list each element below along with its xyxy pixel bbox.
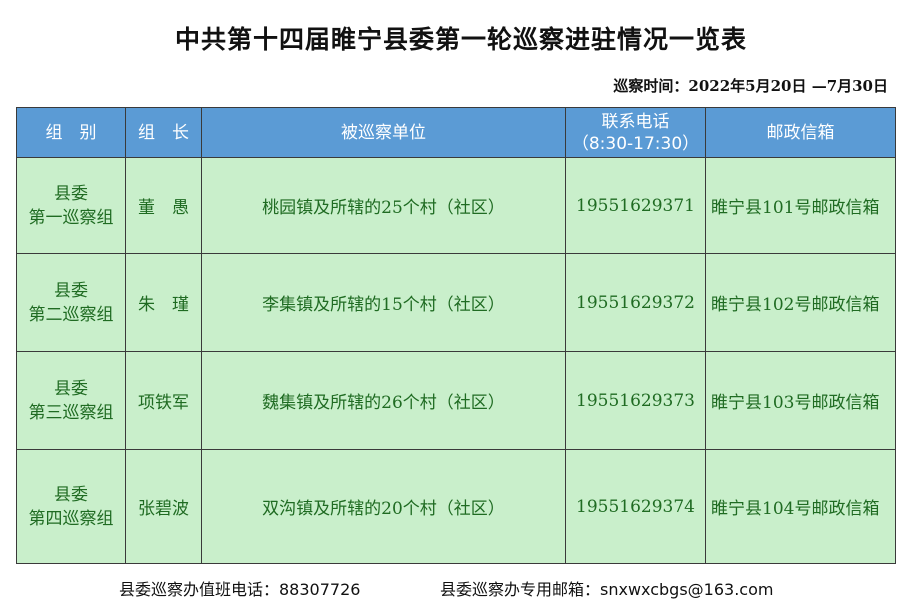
- table-row: 县委 第四巡察组 张碧波 双沟镇及所辖的20个村（社区） 19551629374…: [16, 449, 896, 564]
- group-line2: 第二巡察组: [28, 304, 114, 325]
- col-header-leader: 组 长: [125, 107, 202, 158]
- table-header-row: 组 别 组 长 被巡察单位 联系电话 （8:30-17:30） 邮政信箱: [16, 107, 896, 158]
- email-text: 县委巡察办专用邮箱：snxwxcbgs@163.com: [440, 580, 774, 599]
- mailbox-cell: 睢宁县102号邮政信箱: [705, 253, 896, 352]
- col-header-group: 组 别: [16, 107, 126, 158]
- group-line1: 县委: [54, 484, 88, 505]
- group-line2: 第三巡察组: [28, 402, 114, 423]
- group-cell: 县委 第一巡察组: [16, 157, 126, 254]
- leader-cell: 张碧波: [125, 449, 202, 564]
- mailbox-cell: 睢宁县104号邮政信箱: [705, 449, 896, 564]
- mailbox-cell: 睢宁县103号邮政信箱: [705, 351, 896, 450]
- phone-cell: 19551629372: [565, 253, 706, 352]
- inspection-period: 巡察时间：2022年5月20日 —7月30日: [613, 77, 888, 95]
- col-header-phone-hours: （8:30-17:30）: [571, 133, 700, 154]
- group-cell: 县委 第二巡察组: [16, 253, 126, 352]
- group-cell: 县委 第三巡察组: [16, 351, 126, 450]
- mailbox-cell: 睢宁县101号邮政信箱: [705, 157, 896, 254]
- leader-cell: 董 愚: [125, 157, 202, 254]
- group-line1: 县委: [54, 183, 88, 204]
- unit-cell: 魏集镇及所辖的26个村（社区）: [201, 351, 566, 450]
- leader-cell: 朱 瑾: [125, 253, 202, 352]
- group-line1: 县委: [54, 378, 88, 399]
- col-header-phone-label: 联系电话: [601, 111, 670, 132]
- table-row: 县委 第一巡察组 董 愚 桃园镇及所辖的25个村（社区） 19551629371…: [16, 157, 896, 254]
- unit-cell: 桃园镇及所辖的25个村（社区）: [201, 157, 566, 254]
- table-row: 县委 第二巡察组 朱 瑾 李集镇及所辖的15个村（社区） 19551629372…: [16, 253, 896, 352]
- group-line2: 第四巡察组: [28, 508, 114, 529]
- unit-cell: 李集镇及所辖的15个村（社区）: [201, 253, 566, 352]
- phone-cell: 19551629371: [565, 157, 706, 254]
- group-line1: 县委: [54, 280, 88, 301]
- group-cell: 县委 第四巡察组: [16, 449, 126, 564]
- col-header-mailbox: 邮政信箱: [705, 107, 896, 158]
- page-title: 中共第十四届睢宁县委第一轮巡察进驻情况一览表: [174, 25, 747, 54]
- inspection-table: 组 别 组 长 被巡察单位 联系电话 （8:30-17:30） 邮政信箱 县委 …: [16, 107, 896, 564]
- col-header-unit: 被巡察单位: [201, 107, 566, 158]
- col-header-phone: 联系电话 （8:30-17:30）: [565, 107, 706, 158]
- phone-cell: 19551629374: [565, 449, 706, 564]
- table-row: 县委 第三巡察组 项铁军 魏集镇及所辖的26个村（社区） 19551629373…: [16, 351, 896, 450]
- group-line2: 第一巡察组: [28, 207, 114, 228]
- leader-cell: 项铁军: [125, 351, 202, 450]
- unit-cell: 双沟镇及所辖的20个村（社区）: [201, 449, 566, 564]
- phone-cell: 19551629373: [565, 351, 706, 450]
- hotline-text: 县委巡察办值班电话：88307726: [119, 580, 361, 599]
